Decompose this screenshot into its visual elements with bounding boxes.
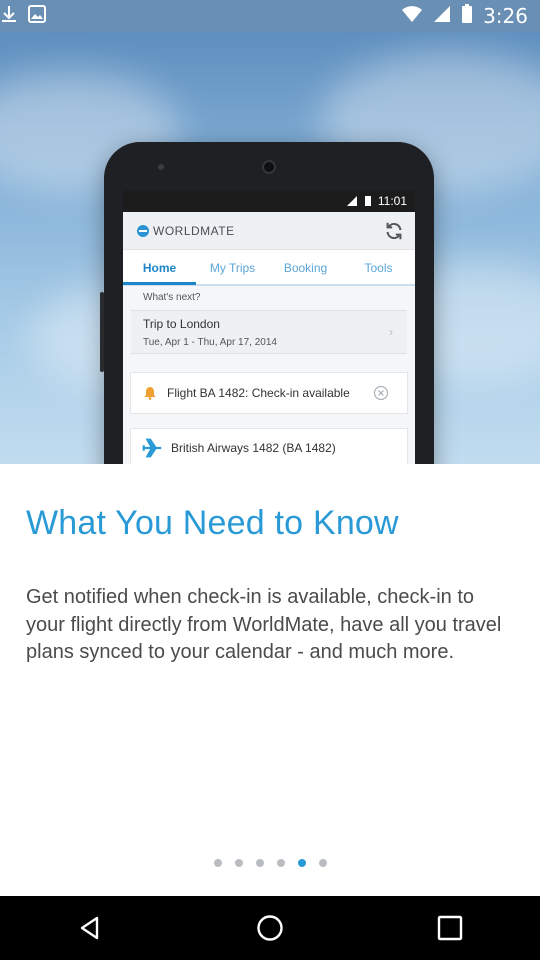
chevron-right-icon: › (389, 325, 393, 339)
hero-illustration: 11:01 WORLDMATE Home My Trips Booking To… (0, 32, 540, 464)
description-text: Get notified when check-in is available,… (26, 586, 502, 663)
status-bar: 3:26 (0, 0, 540, 32)
back-button[interactable] (60, 904, 120, 952)
onboarding-content: What You Need to Know Get notified when … (0, 464, 540, 896)
phone-tab-my-trips: My Trips (209, 261, 256, 275)
whats-next-label: What's next? (143, 292, 201, 303)
page-indicator (0, 859, 540, 867)
home-icon (257, 915, 283, 941)
wifi-icon (401, 5, 423, 28)
camera-dot (158, 164, 164, 170)
phone-signal-icon (346, 196, 357, 206)
phone-battery-icon (364, 196, 371, 206)
status-time: 3:26 (483, 4, 528, 28)
trip-dates: Tue, Apr 1 - Thu, Apr 17, 2014 (143, 337, 277, 348)
worldmate-logo: WORLDMATE (137, 224, 235, 238)
phone-tab-home: Home (123, 249, 196, 285)
phone-mockup: 11:01 WORLDMATE Home My Trips Booking To… (100, 142, 434, 464)
plane-icon (142, 438, 162, 458)
download-icon (0, 4, 18, 29)
back-icon (80, 916, 99, 940)
page-dot-active[interactable] (297, 859, 306, 867)
page-dot[interactable] (318, 859, 327, 867)
system-nav-bar (0, 896, 540, 960)
sync-icon (386, 222, 402, 239)
phone-tab-booking: Booking (283, 261, 328, 275)
image-icon (28, 4, 46, 28)
home-button[interactable] (240, 904, 300, 952)
flight-text: British Airways 1482 (BA 1482) (171, 441, 336, 455)
phone-app-bar: WORLDMATE (123, 212, 415, 250)
battery-icon (461, 3, 473, 29)
page-title: What You Need to Know (26, 504, 399, 542)
notification-text: Flight BA 1482: Check-in available (167, 386, 350, 400)
close-icon (373, 385, 389, 401)
phone-speaker (262, 160, 276, 174)
recents-button[interactable] (420, 904, 480, 952)
checkin-notification: Flight BA 1482: Check-in available (130, 372, 408, 414)
trip-card: Trip to London Tue, Apr 1 - Thu, Apr 17,… (131, 310, 407, 354)
phone-tabs: Home My Trips Booking Tools (123, 250, 415, 286)
page-dot[interactable] (276, 859, 285, 867)
phone-screen: 11:01 WORLDMATE Home My Trips Booking To… (123, 190, 415, 464)
bell-icon (144, 387, 156, 400)
trip-title: Trip to London (143, 317, 220, 331)
recents-icon (437, 915, 463, 941)
page-dot[interactable] (234, 859, 243, 867)
signal-icon (433, 5, 451, 28)
page-dot[interactable] (255, 859, 264, 867)
page-dot[interactable] (213, 859, 222, 867)
logo-text: WORLDMATE (153, 223, 235, 238)
phone-status-bar: 11:01 (123, 190, 415, 212)
flight-row: British Airways 1482 (BA 1482) (130, 428, 408, 464)
phone-status-time: 11:01 (377, 194, 407, 208)
globe-icon (137, 224, 149, 237)
phone-tab-tools: Tools (364, 261, 393, 275)
